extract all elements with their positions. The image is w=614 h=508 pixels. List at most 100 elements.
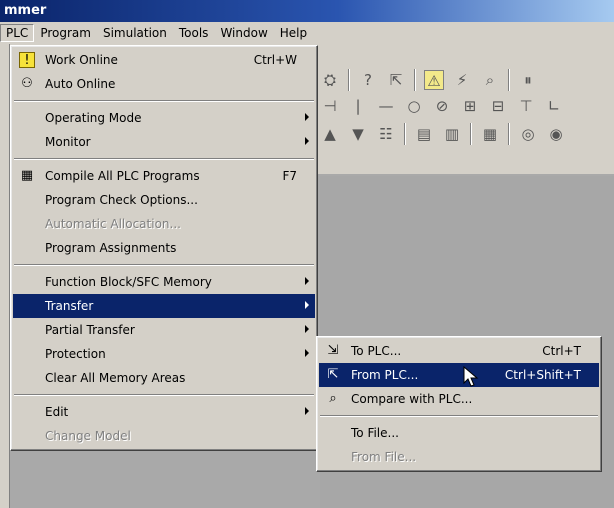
left-strip: [0, 44, 10, 508]
menu-item-label: Monitor: [45, 135, 91, 149]
menu-item-label: Function Block/SFC Memory: [45, 275, 212, 289]
monitor-icon[interactable]: ◎: [518, 124, 538, 144]
menu-item-transfer[interactable]: Transfer: [13, 294, 315, 318]
stop-icon[interactable]: ⏸: [518, 70, 538, 90]
menu-item-label: Compile All PLC Programs: [45, 169, 200, 183]
window-icon[interactable]: ▤: [414, 124, 434, 144]
ladder-branch-icon[interactable]: ⊤: [516, 96, 536, 116]
menu-item-label: Auto Online: [45, 77, 116, 91]
menu-item-edit[interactable]: Edit: [13, 400, 315, 424]
menu-item-label: Automatic Allocation...: [45, 217, 181, 231]
ladder-contact-icon[interactable]: ⊣: [320, 96, 340, 116]
plc-menu: ! Work Online Ctrl+W ⚇ Auto Online Opera…: [10, 45, 318, 451]
toolbar-separator: [508, 123, 510, 145]
menu-separator: [14, 158, 314, 160]
menu-item-compile-all[interactable]: ▦ Compile All PLC Programs F7: [13, 164, 315, 188]
menu-separator: [14, 264, 314, 266]
menu-separator: [14, 100, 314, 102]
menu-item-shortcut: Ctrl+Shift+T: [504, 368, 581, 382]
run-icon[interactable]: ⚡: [452, 70, 472, 90]
menu-item-monitor[interactable]: Monitor: [13, 130, 315, 154]
menu-item-from-file: From File...: [319, 445, 599, 469]
ladder-negated-icon[interactable]: ⊘: [432, 96, 452, 116]
nav-down-icon[interactable]: ▼: [348, 124, 368, 144]
menu-item-label: Edit: [45, 405, 69, 419]
window3-icon[interactable]: ▦: [480, 124, 500, 144]
from-plc-icon: ⇱: [327, 367, 339, 382]
submenu-arrow-icon: [305, 277, 309, 285]
menu-item-from-plc[interactable]: ⇱ From PLC... Ctrl+Shift+T: [319, 363, 599, 387]
ladder-box-icon[interactable]: ⊞: [460, 96, 480, 116]
toolbar-separator: [414, 69, 416, 91]
menu-item-function-block-memory[interactable]: Function Block/SFC Memory: [13, 270, 315, 294]
menu-item-program-assignments[interactable]: Program Assignments: [13, 236, 315, 260]
menu-item-label: To PLC...: [351, 344, 402, 358]
menu-item-shortcut: F7: [282, 169, 297, 183]
menu-item-label: Protection: [45, 347, 106, 361]
ladder-line-icon[interactable]: |: [348, 96, 368, 116]
menu-item-label: Program Check Options...: [45, 193, 198, 207]
menu-item-protection[interactable]: Protection: [13, 342, 315, 366]
ladder-corner-icon[interactable]: ∟: [544, 96, 564, 116]
submenu-arrow-icon: [305, 349, 309, 357]
binoculars-online-icon: ⚇: [21, 76, 33, 91]
toolbar-row-2: ⊣ | — ○ ⊘ ⊞ ⊟ ⊤ ∟: [320, 92, 564, 120]
menu-item-to-file[interactable]: To File...: [319, 421, 599, 445]
menu-item-operating-mode[interactable]: Operating Mode: [13, 106, 315, 130]
submenu-arrow-icon: [305, 137, 309, 145]
toolbar-separator: [404, 123, 406, 145]
menu-simulation[interactable]: Simulation: [97, 24, 173, 42]
submenu-arrow-icon: [305, 325, 309, 333]
menu-item-label: Program Assignments: [45, 241, 177, 255]
context-help-icon[interactable]: ⇱: [386, 70, 406, 90]
menu-item-auto-online[interactable]: ⚇ Auto Online: [13, 72, 315, 96]
submenu-arrow-icon: [305, 407, 309, 415]
menu-item-compare-with-plc[interactable]: ⌕ Compare with PLC...: [319, 387, 599, 411]
tb-tool-icon[interactable]: ⛭: [320, 70, 340, 90]
menu-window[interactable]: Window: [214, 24, 273, 42]
window2-icon[interactable]: ▥: [442, 124, 462, 144]
menu-item-label: From File...: [351, 450, 417, 464]
menu-item-label: Transfer: [45, 299, 94, 313]
to-plc-icon: ⇲: [327, 343, 339, 358]
window-title: mmer: [0, 0, 614, 22]
menu-item-label: Operating Mode: [45, 111, 142, 125]
menu-plc[interactable]: PLC: [0, 24, 35, 42]
compare-icon: ⌕: [329, 391, 337, 406]
menu-item-clear-all-memory[interactable]: Clear All Memory Areas: [13, 366, 315, 390]
menu-item-automatic-allocation: Automatic Allocation...: [13, 212, 315, 236]
menu-item-label: Work Online: [45, 53, 118, 67]
monitor2-icon[interactable]: ◉: [546, 124, 566, 144]
mouse-cursor-icon: [463, 366, 479, 387]
ladder-coil-icon[interactable]: ○: [404, 96, 424, 116]
compile-icon: ▦: [20, 168, 34, 183]
submenu-arrow-icon: [305, 113, 309, 121]
menu-item-label: Partial Transfer: [45, 323, 135, 337]
warning-online-icon: !: [19, 52, 35, 68]
menu-item-to-plc[interactable]: ⇲ To PLC... Ctrl+T: [319, 339, 599, 363]
menu-item-label: Change Model: [45, 429, 131, 443]
nav-up-icon[interactable]: ▲: [320, 124, 340, 144]
work-online-icon[interactable]: ⚠: [424, 70, 444, 90]
menu-item-work-online[interactable]: ! Work Online Ctrl+W: [13, 48, 315, 72]
menu-help[interactable]: Help: [274, 24, 313, 42]
ladder-hline-icon[interactable]: —: [376, 96, 396, 116]
menu-item-label: Clear All Memory Areas: [45, 371, 186, 385]
menu-separator: [14, 394, 314, 396]
help-icon[interactable]: ?: [358, 70, 378, 90]
menu-tools[interactable]: Tools: [173, 24, 215, 42]
menu-separator: [320, 415, 598, 417]
toolbar-row-3: ▲ ▼ ☷ ▤ ▥ ▦ ◎ ◉: [320, 120, 566, 148]
menu-program[interactable]: Program: [34, 24, 97, 42]
menu-item-label: To File...: [351, 426, 399, 440]
menu-item-partial-transfer[interactable]: Partial Transfer: [13, 318, 315, 342]
menu-item-label: Compare with PLC...: [351, 392, 473, 406]
ladder-box2-icon[interactable]: ⊟: [488, 96, 508, 116]
tree-icon[interactable]: ☷: [376, 124, 396, 144]
auto-online-icon[interactable]: ⌕: [480, 70, 500, 90]
toolbar-separator: [508, 69, 510, 91]
toolbar-row-1: ⛭ ? ⇱ ⚠ ⚡ ⌕ ⏸: [320, 66, 538, 94]
menu-item-shortcut: Ctrl+T: [542, 344, 581, 358]
toolbar-separator: [348, 69, 350, 91]
menu-item-program-check-options[interactable]: Program Check Options...: [13, 188, 315, 212]
